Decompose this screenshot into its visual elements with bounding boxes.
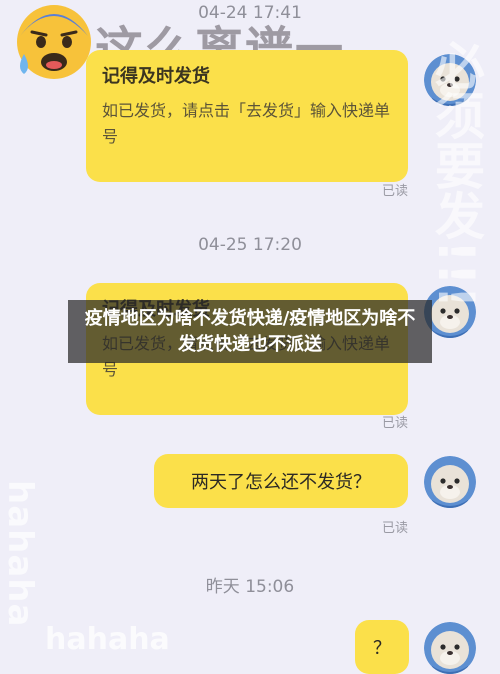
chat-thread: 这么离谱一 04-24 17:41 记得及时发货 如已发货，请点击「去发货」输入… bbox=[0, 0, 500, 674]
seal-avatar-icon bbox=[424, 622, 476, 674]
reminder-title: 记得及时发货 bbox=[102, 66, 210, 87]
headline-text: 疫情地区为啥不发货快递/疫情地区为啥不发货快递也不派送 bbox=[84, 307, 416, 355]
message-timestamp: 昨天 15:06 bbox=[205, 577, 295, 597]
anxious-sweat-emoji-icon bbox=[17, 5, 91, 79]
avatar[interactable] bbox=[424, 54, 476, 106]
avatar[interactable] bbox=[424, 456, 476, 508]
message-text: ？ bbox=[373, 638, 391, 659]
avatar[interactable] bbox=[424, 622, 476, 674]
watermark-left-text: hahaha bbox=[0, 480, 40, 628]
read-status: 已读 bbox=[381, 416, 408, 431]
watermark-bottom-text: hahaha bbox=[45, 622, 170, 657]
read-status: 已读 bbox=[381, 184, 408, 199]
seal-avatar-icon bbox=[424, 456, 476, 508]
shipping-reminder-bubble[interactable]: 记得及时发货 如已发货，请点击「去发货」输入快递单号 bbox=[86, 50, 408, 182]
read-status: 已读 bbox=[381, 521, 408, 536]
seal-avatar-icon bbox=[424, 54, 476, 106]
sent-message-bubble[interactable]: 两天了怎么还不发货？ bbox=[154, 454, 408, 508]
reminder-body: 如已发货，请点击「去发货」输入快递单号 bbox=[102, 101, 391, 146]
headline-banner: 疫情地区为啥不发货快递/疫情地区为啥不发货快递也不派送 bbox=[68, 300, 432, 363]
message-text: 两天了怎么还不发货？ bbox=[191, 472, 371, 493]
message-timestamp: 04-25 17:20 bbox=[198, 235, 302, 255]
